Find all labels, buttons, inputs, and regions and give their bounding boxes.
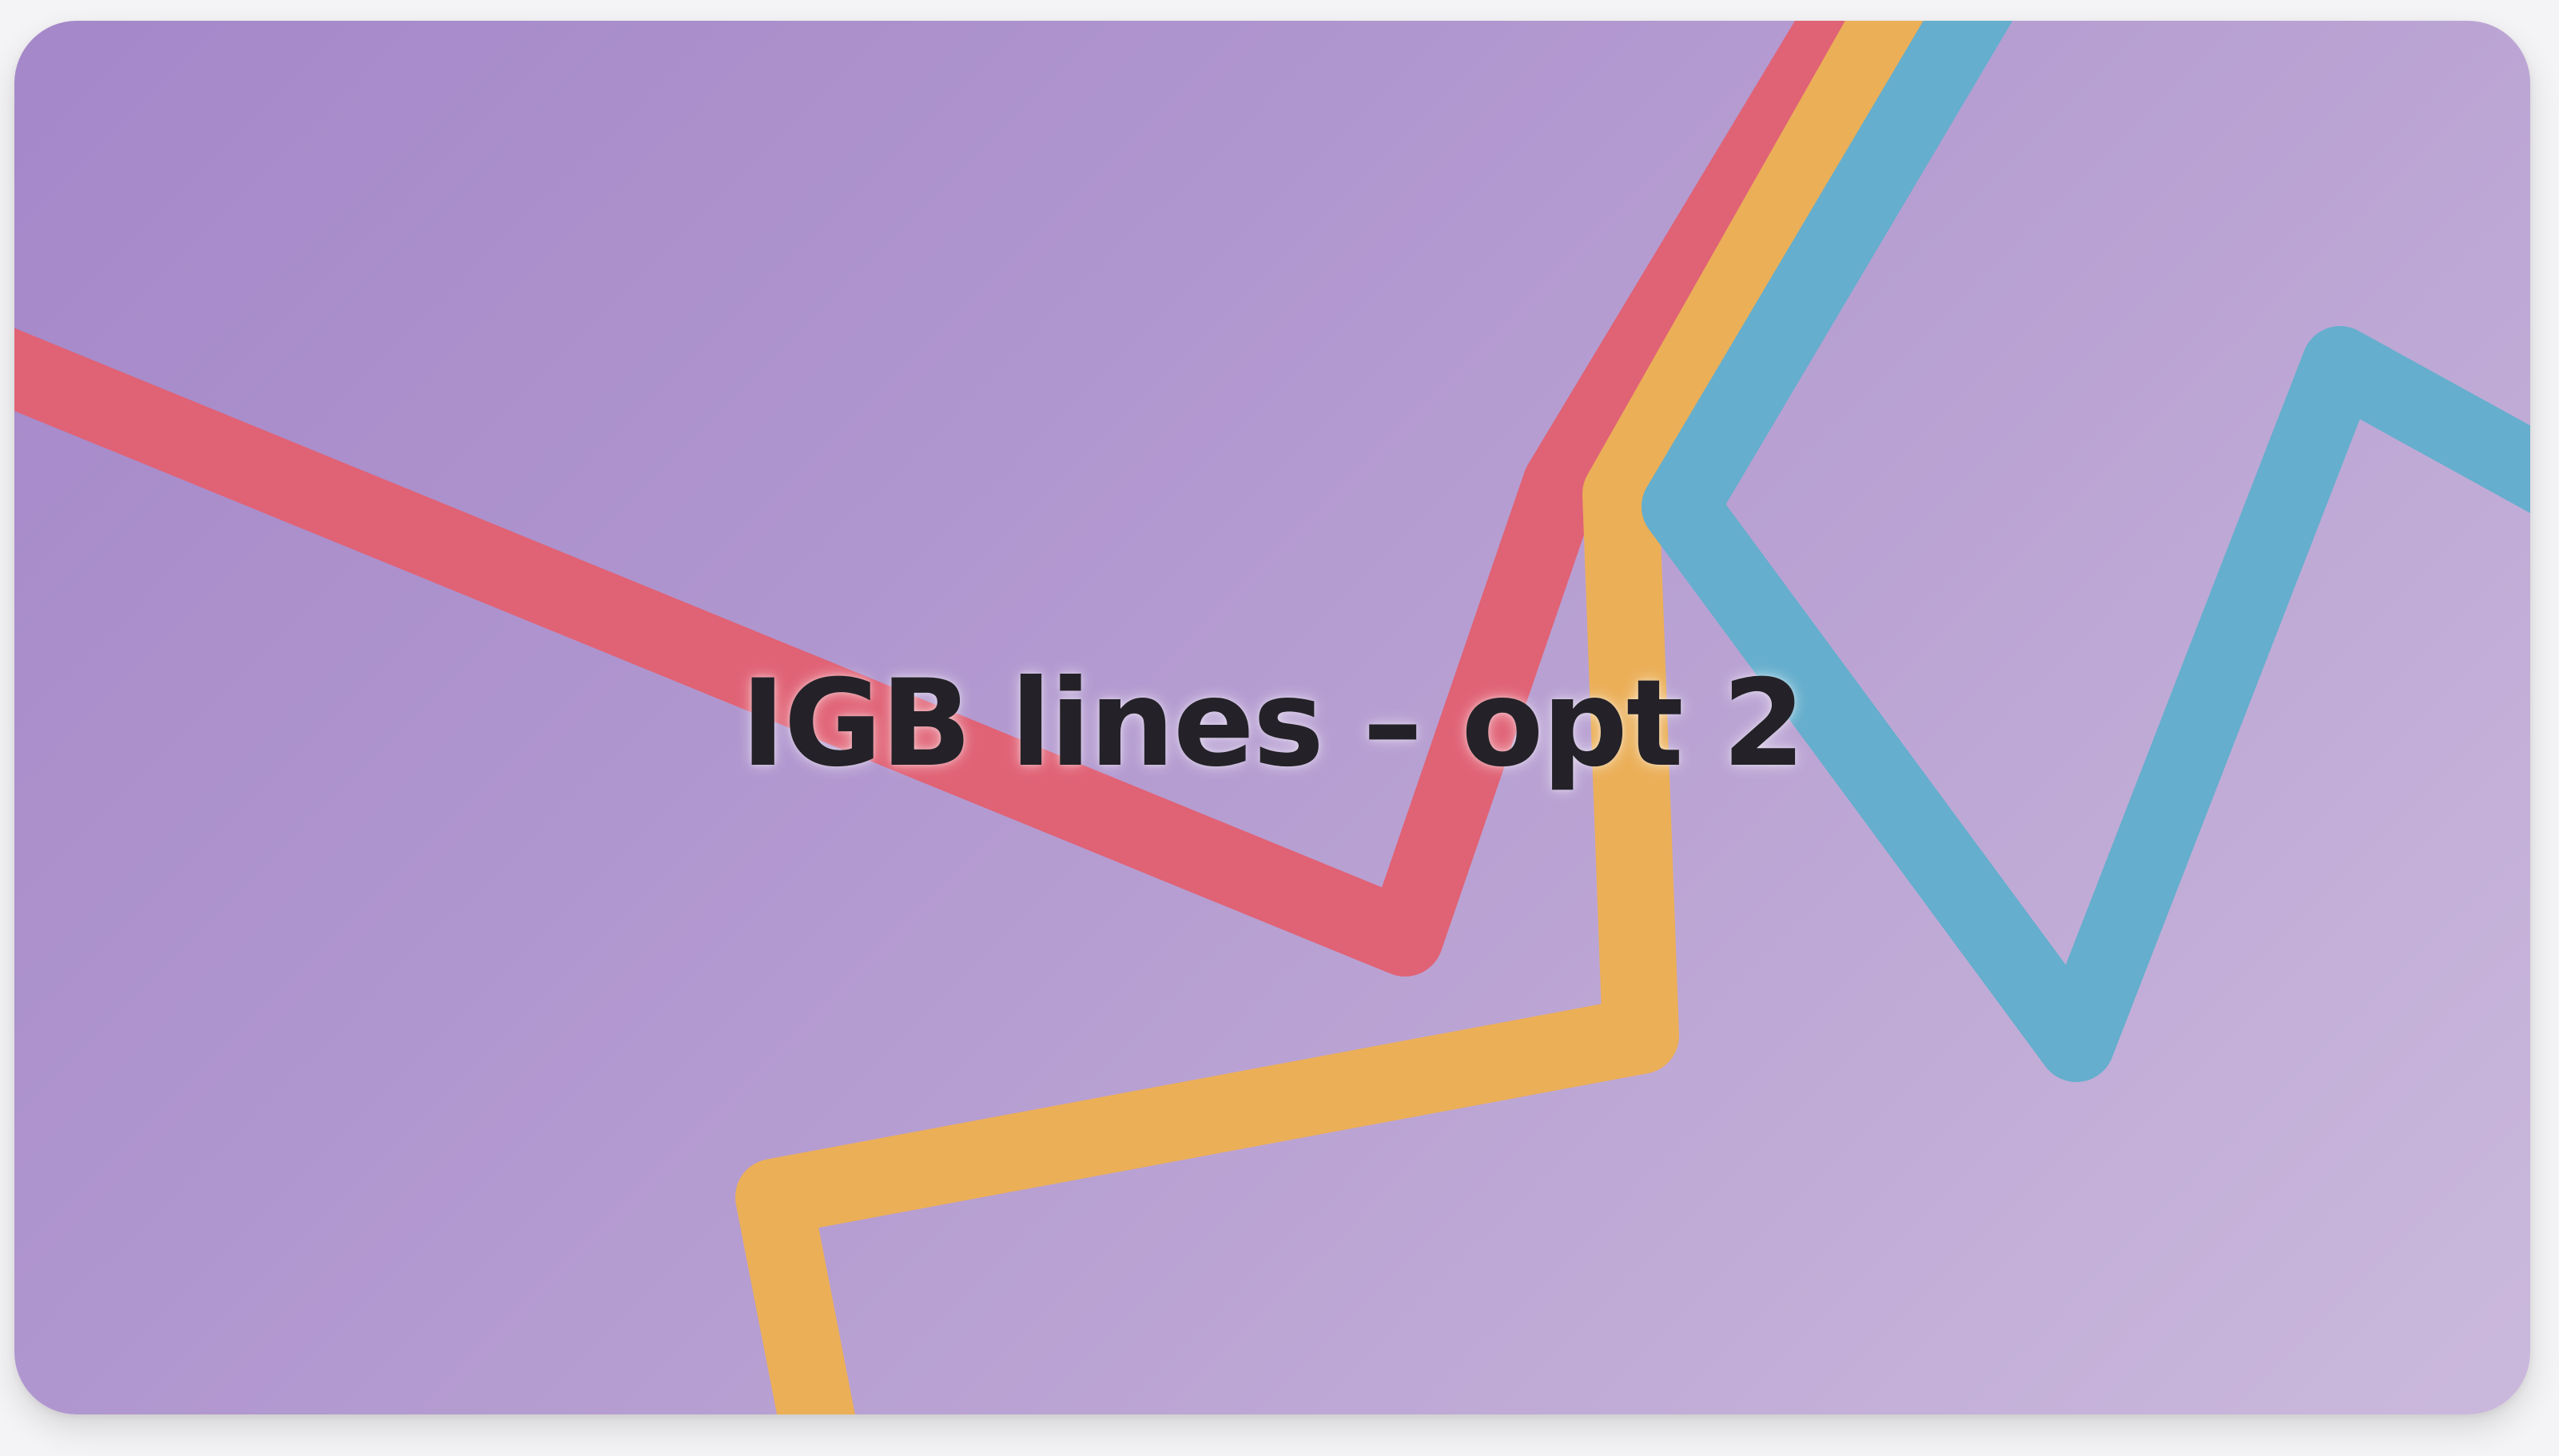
slide-title: IGB lines – opt 2 bbox=[740, 654, 1805, 794]
slide-card: IGB lines – opt 2 bbox=[14, 21, 2530, 1414]
